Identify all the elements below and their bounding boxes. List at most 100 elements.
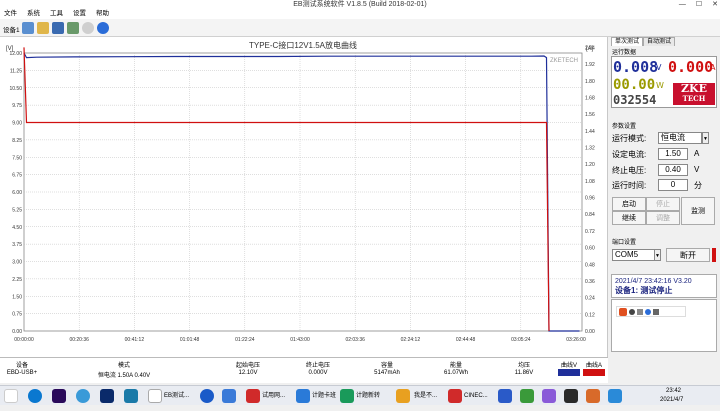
chevron-down-icon[interactable]: ▼ — [702, 132, 709, 144]
app-icon[interactable] — [498, 389, 512, 403]
app-icon[interactable] — [296, 389, 310, 403]
zoom-icon[interactable] — [82, 22, 94, 34]
chevron-down-icon[interactable]: ▼ — [654, 249, 661, 261]
status-timestamp: 2021/4/7 23:42:16 V3.20 — [615, 278, 692, 285]
app-icon[interactable] — [542, 389, 556, 403]
port-group-label: 端口设置 — [612, 240, 637, 246]
y-left-tick-label: 10.50 — [9, 86, 22, 92]
curve-v-swatch[interactable] — [558, 369, 580, 376]
menu-settings[interactable]: 设置 — [73, 9, 86, 19]
y-right-tick-label: 0.60 — [585, 246, 595, 252]
app-icon[interactable] — [396, 389, 410, 403]
premiere-icon[interactable] — [52, 389, 66, 403]
log-area — [611, 299, 717, 352]
taskbar-item[interactable]: CINEC... — [464, 388, 488, 404]
tab-auto-test[interactable]: 自动测试 — [643, 37, 676, 46]
taskbar-item[interactable]: 试用网... — [262, 388, 285, 404]
menu-help[interactable]: 帮助 — [96, 9, 109, 19]
run-data-group-label: 运行数据 — [612, 50, 637, 56]
app-icon[interactable] — [76, 389, 90, 403]
menu-file[interactable]: 文件 — [4, 9, 17, 19]
table-cell: 61.07Wh — [443, 370, 468, 376]
print-icon[interactable] — [67, 22, 79, 34]
y-left-tick-label: 6.75 — [12, 173, 22, 179]
chart-panel: TYPE-C接口12V1.5A放电曲线 ZKETECH [V] [A] 0.00 0.75… — [0, 37, 608, 357]
y-left-tick-label: 12.00 — [9, 51, 22, 57]
ime-toolbar[interactable] — [616, 306, 686, 317]
params-group-label: 参数设置 — [612, 124, 637, 130]
app-icon[interactable] — [448, 389, 462, 403]
y-left-tick-label: 3.75 — [12, 242, 22, 248]
x-tick-label: 00:41:12 — [125, 337, 145, 343]
adjust-button[interactable]: 调整 — [646, 211, 680, 225]
runtime-unit: 分 — [694, 181, 702, 190]
arrow-icon[interactable] — [22, 22, 34, 34]
app-icon[interactable] — [340, 389, 354, 403]
app-icon[interactable] — [586, 389, 600, 403]
save-icon[interactable] — [52, 22, 64, 34]
ime-logo-icon — [619, 307, 627, 316]
folder-icon[interactable] — [37, 22, 49, 34]
runtime-input[interactable]: 0 — [658, 179, 688, 191]
taskbar-item[interactable]: 我是不... — [414, 388, 437, 404]
ime-punct-icon — [637, 308, 643, 315]
x-tick-label: 03:05:24 — [511, 337, 531, 343]
time-reading: 032554 — [613, 93, 657, 107]
start-button[interactable]: 启动 — [612, 197, 646, 211]
window-controls: — ☐ ✕ — [679, 0, 718, 9]
table-header: 容量 — [380, 363, 393, 369]
app-icon[interactable] — [520, 389, 534, 403]
cutoff-voltage-input[interactable]: 0.40 — [658, 164, 688, 176]
tab-single-test[interactable]: 单次测试 — [611, 37, 644, 46]
app-icon[interactable] — [200, 389, 214, 403]
curve-a-swatch[interactable] — [583, 369, 605, 376]
app-icon[interactable] — [246, 389, 260, 403]
y-left-tick-label: 7.50 — [12, 155, 22, 161]
menu-tools[interactable]: 工具 — [50, 9, 63, 19]
lcd-display: 0.008 V 0.000 A 00.00 W 032554 ZKE TECH — [611, 56, 717, 108]
app-icon[interactable] — [608, 389, 622, 403]
app-icon[interactable] — [564, 389, 578, 403]
test-tabs: 单次测试 自动测试 — [611, 37, 676, 46]
current-unit: A — [710, 63, 716, 72]
eb-app-icon[interactable] — [148, 389, 162, 403]
minimize-icon[interactable]: — — [679, 0, 686, 9]
maximize-icon[interactable]: ☐ — [696, 0, 702, 9]
mode-select[interactable]: 恒电流 — [658, 132, 702, 144]
x-tick-label: 00:20:36 — [69, 337, 89, 343]
toolbar: 设备1 — [0, 19, 720, 37]
cutoff-voltage-unit: V — [694, 165, 700, 174]
taskbar-item[interactable]: 计题新转 — [356, 388, 380, 404]
monitor-button[interactable]: 监测 — [681, 197, 715, 225]
clock-date[interactable]: 2021/4/7 — [660, 395, 683, 411]
ime-mic-icon — [645, 308, 651, 315]
table-header: 终止电压 — [305, 363, 330, 369]
table-cell: 0.000V — [308, 370, 328, 376]
voltage-reading: 0.008 — [613, 58, 659, 76]
taskbar-item[interactable]: EB测试... — [164, 388, 189, 404]
y-left-tick-label: 3.00 — [12, 260, 22, 266]
disconnect-button[interactable]: 断开 — [666, 248, 710, 262]
y-left-tick-label: 0.75 — [12, 312, 22, 318]
photoshop-icon[interactable] — [100, 389, 114, 403]
chart: TYPE-C接口12V1.5A放电曲线ZKETECH[V] [A]0.000.75… — [6, 40, 595, 343]
close-icon[interactable]: ✕ — [712, 0, 718, 9]
y-right-tick-label: 1.68 — [585, 95, 595, 101]
menu-system[interactable]: 系统 — [27, 9, 40, 19]
continue-button[interactable]: 继续 — [612, 211, 646, 225]
start-icon[interactable] — [4, 389, 18, 403]
port-select[interactable]: COM5 — [612, 249, 656, 261]
current-reading: 0.000 — [668, 58, 714, 76]
x-tick-label: 03:26:00 — [566, 337, 586, 343]
stop-button[interactable]: 停止 — [646, 197, 680, 211]
info-icon[interactable] — [97, 22, 109, 34]
browser-icon[interactable] — [28, 389, 42, 403]
y-right-tick-label: 1.20 — [585, 162, 595, 168]
y-right-tick-label: 1.80 — [585, 79, 595, 85]
app-icon[interactable] — [124, 389, 138, 403]
y-right-tick-label: 0.24 — [585, 296, 595, 302]
set-current-label: 设定电流: — [612, 150, 647, 159]
app-icon[interactable] — [222, 389, 236, 403]
taskbar-item[interactable]: 计题卡班 — [312, 388, 336, 404]
set-current-input[interactable]: 1.50 — [658, 148, 688, 160]
